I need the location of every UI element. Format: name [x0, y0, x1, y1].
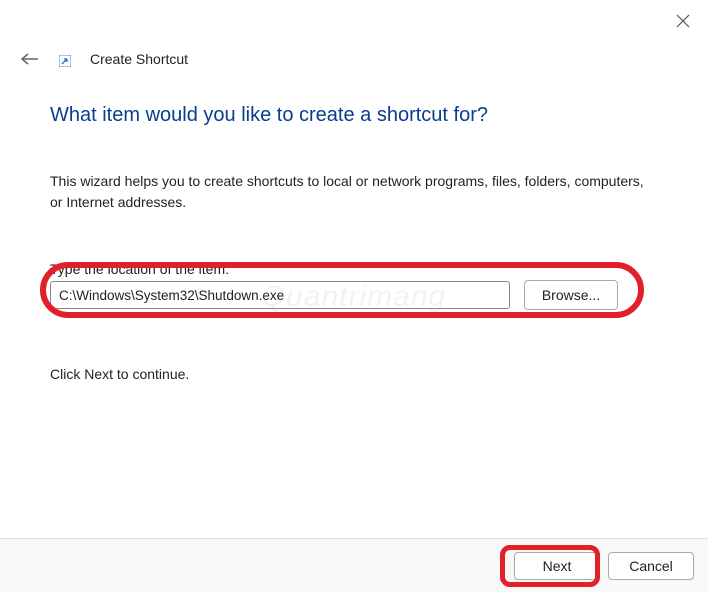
back-arrow-icon — [20, 52, 40, 66]
close-icon — [676, 14, 690, 28]
wizard-description: This wizard helps you to create shortcut… — [50, 171, 658, 213]
dialog-header: Create Shortcut — [20, 50, 188, 68]
close-button[interactable] — [676, 14, 690, 28]
location-input-row: Browse... — [50, 280, 658, 310]
location-input[interactable] — [50, 281, 510, 309]
dialog-content: What item would you like to create a sho… — [50, 104, 658, 382]
create-shortcut-dialog: Create Shortcut What item would you like… — [0, 0, 708, 592]
location-label: Type the location of the item: — [50, 261, 658, 277]
next-button[interactable]: Next — [514, 552, 600, 580]
browse-button[interactable]: Browse... — [524, 280, 618, 310]
dialog-title: Create Shortcut — [90, 51, 188, 67]
background-decoration — [0, 308, 10, 538]
cancel-button[interactable]: Cancel — [608, 552, 694, 580]
dialog-footer: Next Cancel — [0, 538, 708, 592]
shortcut-icon — [58, 54, 72, 68]
main-heading: What item would you like to create a sho… — [50, 104, 658, 127]
continue-instruction: Click Next to continue. — [50, 366, 658, 382]
back-button[interactable] — [20, 52, 40, 66]
